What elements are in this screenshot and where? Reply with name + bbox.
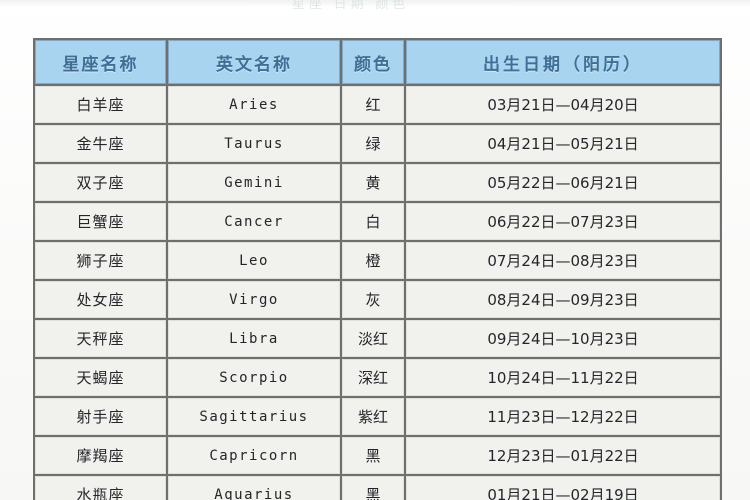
cell-english-name: Capricorn (168, 437, 340, 474)
cell-zodiac-name: 巨蟹座 (35, 203, 166, 240)
cell-english-name: Cancer (168, 203, 340, 240)
cell-birth-date: 10月24日—11月22日 (406, 359, 720, 396)
column-header-name: 星座名称 (35, 40, 166, 84)
cell-birth-date: 08月24日—09月23日 (406, 281, 720, 318)
cell-english-name: Leo (168, 242, 340, 279)
cell-birth-date: 03月21日—04月20日 (406, 86, 720, 123)
cell-color-name: 绿 (342, 125, 404, 162)
cell-color-name: 黑 (342, 437, 404, 474)
cell-english-name: Sagittarius (168, 398, 340, 435)
cell-english-name: Aries (168, 86, 340, 123)
cell-english-name: Aquarius (168, 476, 340, 500)
cell-zodiac-name: 白羊座 (35, 86, 166, 123)
cell-birth-date: 01月21日—02月19日 (406, 476, 720, 500)
column-header-english: 英文名称 (168, 40, 340, 84)
table-row: 巨蟹座 Cancer 白 06月22日—07月23日 (35, 203, 720, 240)
cell-color-name: 红 (342, 86, 404, 123)
cell-zodiac-name: 天蝎座 (35, 359, 166, 396)
cell-english-name: Scorpio (168, 359, 340, 396)
cell-zodiac-name: 双子座 (35, 164, 166, 201)
cell-birth-date: 06月22日—07月23日 (406, 203, 720, 240)
cell-zodiac-name: 水瓶座 (35, 476, 166, 500)
cell-english-name: Taurus (168, 125, 340, 162)
cell-english-name: Gemini (168, 164, 340, 201)
table-header: 星座名称 英文名称 颜色 出生日期（阳历） (35, 40, 720, 84)
cell-birth-date: 11月23日—12月22日 (406, 398, 720, 435)
table-row: 双子座 Gemini 黄 05月22日—06月21日 (35, 164, 720, 201)
cell-birth-date: 09月24日—10月23日 (406, 320, 720, 357)
zodiac-table-container: 星座名称 英文名称 颜色 出生日期（阳历） 白羊座 Aries 红 03月21日—04… (33, 38, 722, 500)
column-header-color: 颜色 (342, 40, 404, 84)
cell-zodiac-name: 射手座 (35, 398, 166, 435)
page-root: 星座 日期 颜色 星座名称 英文名称 颜色 出生日期（阳历） 白羊座 Aries 红… (0, 0, 750, 500)
cell-zodiac-name: 天秤座 (35, 320, 166, 357)
cell-color-name: 白 (342, 203, 404, 240)
top-edge-sliver: 星座 日期 颜色 (0, 0, 750, 11)
cell-birth-date: 07月24日—08月23日 (406, 242, 720, 279)
cell-english-name: Libra (168, 320, 340, 357)
table-row: 白羊座 Aries 红 03月21日—04月20日 (35, 86, 720, 123)
top-edge-ghost-text: 星座 日期 颜色 (292, 0, 410, 11)
cell-color-name: 黑 (342, 476, 404, 500)
cell-color-name: 灰 (342, 281, 404, 318)
cell-birth-date: 04月21日—05月21日 (406, 125, 720, 162)
table-row: 天秤座 Libra 淡红 09月24日—10月23日 (35, 320, 720, 357)
table-row: 金牛座 Taurus 绿 04月21日—05月21日 (35, 125, 720, 162)
cell-zodiac-name: 摩羯座 (35, 437, 166, 474)
table-row: 处女座 Virgo 灰 08月24日—09月23日 (35, 281, 720, 318)
cell-color-name: 紫红 (342, 398, 404, 435)
cell-english-name: Virgo (168, 281, 340, 318)
table-row: 天蝎座 Scorpio 深红 10月24日—11月22日 (35, 359, 720, 396)
zodiac-table: 星座名称 英文名称 颜色 出生日期（阳历） 白羊座 Aries 红 03月21日—04… (33, 38, 722, 500)
table-body: 白羊座 Aries 红 03月21日—04月20日 金牛座 Taurus 绿 04月21日—0… (35, 86, 720, 500)
table-row: 狮子座 Leo 橙 07月24日—08月23日 (35, 242, 720, 279)
cell-color-name: 黄 (342, 164, 404, 201)
cell-zodiac-name: 狮子座 (35, 242, 166, 279)
column-header-date: 出生日期（阳历） (406, 40, 720, 84)
table-row: 水瓶座 Aquarius 黑 01月21日—02月19日 (35, 476, 720, 500)
cell-birth-date: 05月22日—06月21日 (406, 164, 720, 201)
table-row: 射手座 Sagittarius 紫红 11月23日—12月22日 (35, 398, 720, 435)
cell-color-name: 橙 (342, 242, 404, 279)
cell-color-name: 淡红 (342, 320, 404, 357)
cell-zodiac-name: 处女座 (35, 281, 166, 318)
cell-zodiac-name: 金牛座 (35, 125, 166, 162)
cell-color-name: 深红 (342, 359, 404, 396)
header-row: 星座名称 英文名称 颜色 出生日期（阳历） (35, 40, 720, 84)
table-row: 摩羯座 Capricorn 黑 12月23日—01月22日 (35, 437, 720, 474)
cell-birth-date: 12月23日—01月22日 (406, 437, 720, 474)
